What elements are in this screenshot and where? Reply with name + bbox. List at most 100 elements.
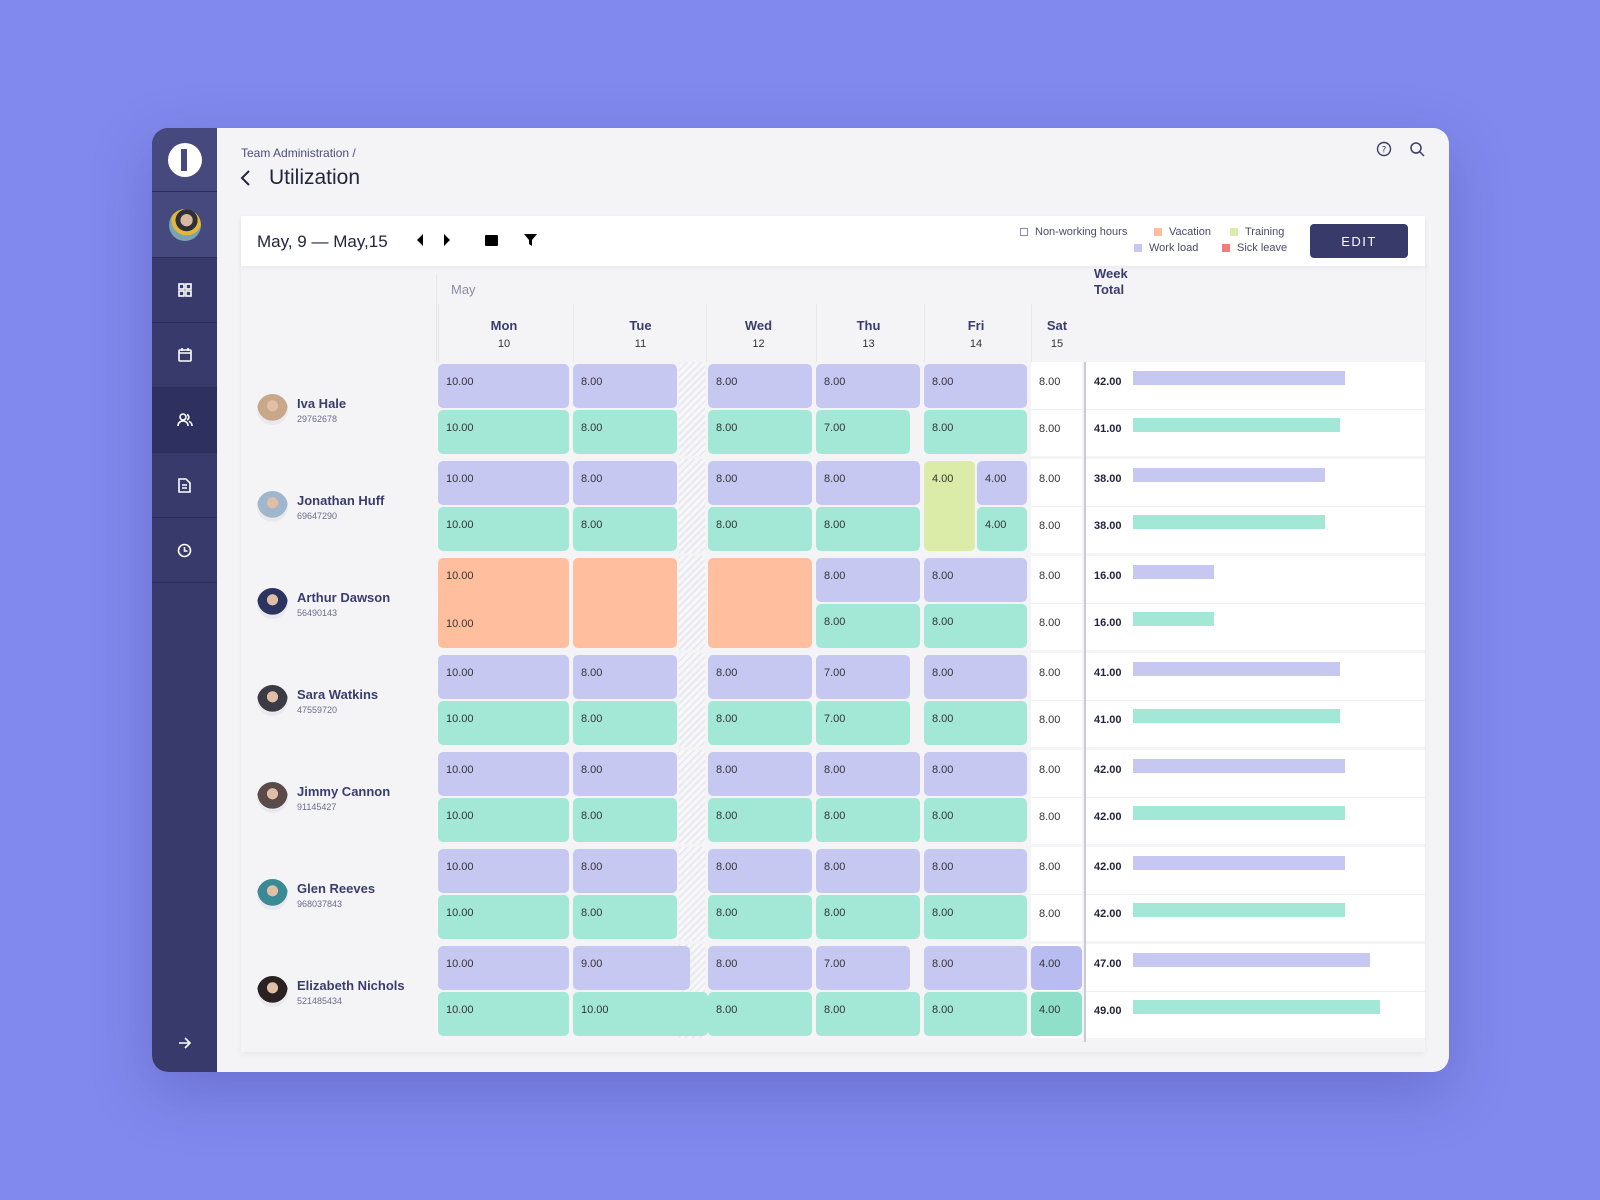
actual-hours-cell[interactable]: 8.00 xyxy=(924,895,1027,939)
actual-hours-cell[interactable]: 8.00 xyxy=(573,798,677,842)
avatar xyxy=(257,685,288,716)
saturday-hours: 8.00 xyxy=(1039,570,1061,582)
workload-cell[interactable]: 8.00 xyxy=(924,946,1027,990)
breadcrumb[interactable]: Team Administration / xyxy=(241,146,356,160)
actual-hours-cell[interactable]: 8.00 xyxy=(924,410,1027,454)
workload-cell[interactable]: 8.00 xyxy=(816,558,920,602)
actual-hours-cell[interactable]: 8.00 xyxy=(573,701,677,745)
workload-cell[interactable]: 8.00 xyxy=(573,752,677,796)
workload-cell[interactable]: 8.00 xyxy=(816,461,920,505)
workload-cell[interactable]: 8.00 xyxy=(924,364,1027,408)
vacation-cell[interactable] xyxy=(573,558,677,648)
sidebar-item-team[interactable] xyxy=(152,388,217,453)
workload-cell[interactable]: 8.00 xyxy=(573,461,677,505)
workload-cell[interactable]: 4.00 xyxy=(977,461,1027,505)
sidebar-item-calendar[interactable] xyxy=(152,323,217,388)
person-cell[interactable]: Elizabeth Nichols 521485434 xyxy=(241,944,436,1038)
workload-cell[interactable]: 8.00 xyxy=(816,752,920,796)
workload-cell[interactable]: 8.00 xyxy=(573,364,677,408)
workload-cell[interactable]: 9.00 xyxy=(573,946,690,990)
workload-cell[interactable]: 8.00 xyxy=(924,655,1027,699)
workload-cell[interactable]: 8.00 xyxy=(816,849,920,893)
saturday-hours: 8.00 xyxy=(1039,861,1061,873)
chevron-left-icon[interactable] xyxy=(415,232,425,248)
workload-cell[interactable]: 10.00 xyxy=(438,946,569,990)
actual-hours-cell[interactable]: 10.00 xyxy=(438,798,569,842)
sidebar-item-dashboard[interactable] xyxy=(152,258,217,323)
actual-hours-cell[interactable]: 8.00 xyxy=(708,507,812,551)
calendar-icon[interactable] xyxy=(484,232,499,248)
workload-cell[interactable]: 8.00 xyxy=(573,849,677,893)
workload-cell[interactable]: 8.00 xyxy=(708,752,812,796)
actual-hours-cell[interactable]: 4.00 xyxy=(1031,992,1082,1036)
training-cell[interactable]: 4.00 xyxy=(924,461,975,551)
actual-hours-cell[interactable]: 8.00 xyxy=(573,895,677,939)
actual-hours-cell[interactable]: 8.00 xyxy=(816,895,920,939)
user-avatar[interactable] xyxy=(152,192,217,258)
actual-hours-cell[interactable]: 10.00 xyxy=(573,992,708,1036)
help-icon[interactable]: ? xyxy=(1376,141,1392,157)
vacation-cell[interactable]: 10.00 10.00 xyxy=(438,558,569,648)
actual-hours-cell[interactable]: 8.00 xyxy=(708,895,812,939)
actual-hours-cell[interactable]: 8.00 xyxy=(816,604,920,648)
actual-hours-cell[interactable]: 8.00 xyxy=(924,798,1027,842)
search-icon[interactable] xyxy=(1409,141,1425,157)
workload-cell[interactable]: 8.00 xyxy=(924,752,1027,796)
workload-cell[interactable]: 10.00 xyxy=(438,364,569,408)
back-icon[interactable] xyxy=(238,168,252,188)
actual-hours-cell[interactable]: 7.00 xyxy=(816,701,910,745)
workload-cell[interactable]: 7.00 xyxy=(816,655,910,699)
actual-hours-cell[interactable]: 10.00 xyxy=(438,992,569,1036)
workload-cell[interactable]: 10.00 xyxy=(438,849,569,893)
workload-cell[interactable]: 4.00 xyxy=(1031,946,1082,990)
actual-hours-cell[interactable]: 8.00 xyxy=(816,992,920,1036)
actual-hours-cell[interactable]: 4.00 xyxy=(977,507,1027,551)
actual-hours-cell[interactable]: 8.00 xyxy=(816,507,920,551)
expand-sidebar-button[interactable] xyxy=(152,1023,217,1063)
actual-hours-cell[interactable]: 10.00 xyxy=(438,701,569,745)
workload-cell[interactable]: 8.00 xyxy=(708,655,812,699)
workload-cell[interactable]: 8.00 xyxy=(708,461,812,505)
person-cell[interactable]: Iva Hale 29762678 xyxy=(241,362,436,456)
actual-hours-cell[interactable]: 8.00 xyxy=(708,701,812,745)
actual-hours-cell[interactable]: 7.00 xyxy=(816,410,910,454)
actual-hours-cell[interactable]: 8.00 xyxy=(924,992,1027,1036)
workload-cell[interactable]: 8.00 xyxy=(816,364,920,408)
actual-hours-cell[interactable]: 8.00 xyxy=(708,992,812,1036)
person-cell[interactable]: Jonathan Huff 69647290 xyxy=(241,459,436,553)
filter-icon[interactable] xyxy=(523,232,538,248)
actual-hours-cell[interactable]: 10.00 xyxy=(438,895,569,939)
actual-hours-cell[interactable]: 8.00 xyxy=(573,410,677,454)
chevron-right-icon[interactable] xyxy=(442,232,452,248)
workload-cell[interactable]: 8.00 xyxy=(573,655,677,699)
workload-cell[interactable]: 10.00 xyxy=(438,655,569,699)
workload-cell[interactable]: 10.00 xyxy=(438,752,569,796)
actual-hours-cell[interactable]: 8.00 xyxy=(924,701,1027,745)
workload-cell[interactable]: 8.00 xyxy=(708,849,812,893)
sidebar-item-time[interactable] xyxy=(152,518,217,583)
edit-button[interactable]: EDIT xyxy=(1310,224,1408,258)
workload-cell[interactable]: 7.00 xyxy=(816,946,910,990)
workload-cell[interactable]: 8.00 xyxy=(924,558,1027,602)
person-cell[interactable]: Glen Reeves 968037843 xyxy=(241,847,436,941)
actual-hours-cell[interactable]: 10.00 xyxy=(438,507,569,551)
actual-hours-cell[interactable]: 8.00 xyxy=(924,604,1027,648)
actual-hours-cell[interactable]: 8.00 xyxy=(816,798,920,842)
actual-hours-cell[interactable]: 10.00 xyxy=(438,410,569,454)
actual-hours-cell[interactable]: 8.00 xyxy=(708,798,812,842)
workload-cell[interactable]: 8.00 xyxy=(924,849,1027,893)
workload-cell[interactable]: 8.00 xyxy=(708,364,812,408)
workload-total-bar xyxy=(1133,468,1325,482)
person-cell[interactable]: Jimmy Cannon 91145427 xyxy=(241,750,436,844)
person-cell[interactable]: Arthur Dawson 56490143 xyxy=(241,556,436,650)
day-name: Mon xyxy=(490,318,518,333)
actual-hours-cell[interactable]: 8.00 xyxy=(573,507,677,551)
person-cell[interactable]: Sara Watkins 47559720 xyxy=(241,653,436,747)
actual-total-bar xyxy=(1133,418,1340,432)
sidebar-item-documents[interactable] xyxy=(152,453,217,518)
day-number: 13 xyxy=(862,338,875,350)
actual-hours-cell[interactable]: 8.00 xyxy=(708,410,812,454)
vacation-cell[interactable] xyxy=(708,558,812,648)
workload-cell[interactable]: 8.00 xyxy=(708,946,812,990)
workload-cell[interactable]: 10.00 xyxy=(438,461,569,505)
